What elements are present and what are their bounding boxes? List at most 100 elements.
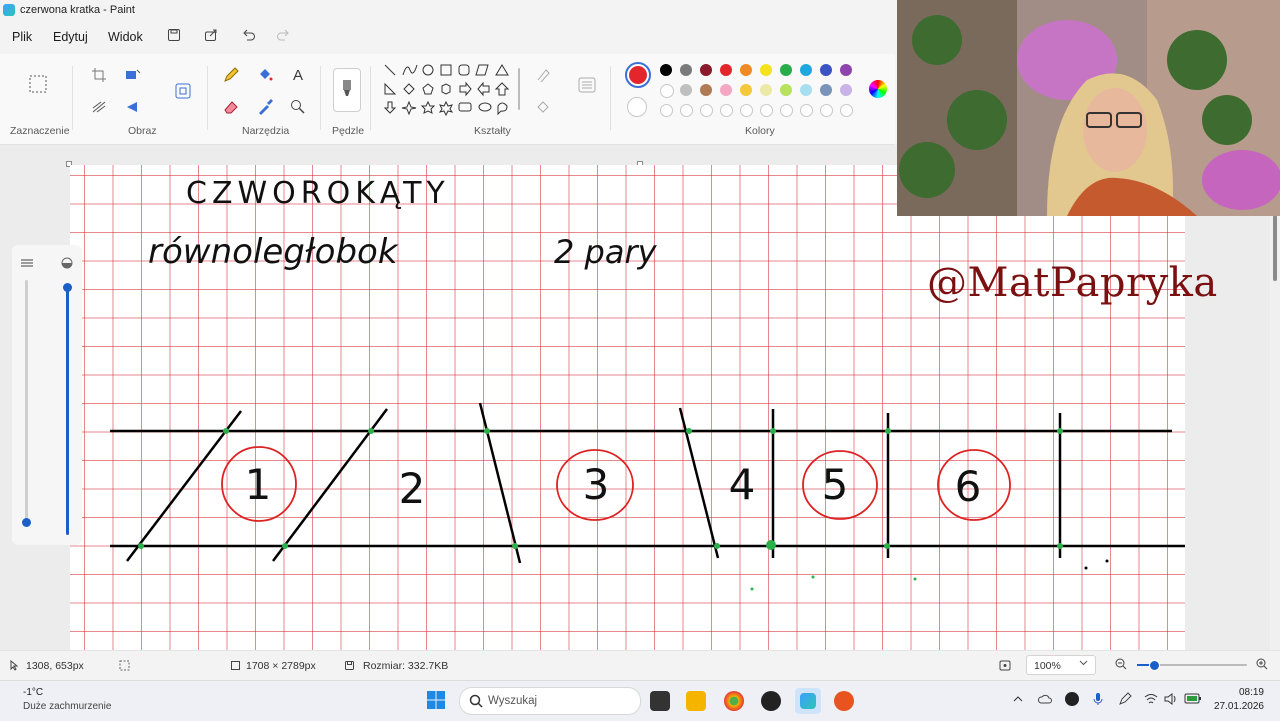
custom-color-slot[interactable] bbox=[720, 104, 733, 117]
eraser-icon[interactable] bbox=[222, 98, 240, 116]
select-all-icon[interactable] bbox=[90, 98, 108, 116]
menu-edit[interactable]: Edytuj bbox=[53, 30, 88, 44]
shape-outline-icon[interactable] bbox=[534, 66, 552, 84]
menu-view[interactable]: Widok bbox=[108, 30, 143, 44]
volume-icon[interactable] bbox=[1164, 692, 1178, 706]
group-label-image: Obraz bbox=[128, 125, 157, 137]
chevron-up-icon[interactable] bbox=[1013, 693, 1023, 707]
color-swatch[interactable] bbox=[760, 84, 772, 96]
clock-time[interactable]: 08:19 bbox=[1228, 687, 1264, 698]
zoom-dropdown[interactable]: 100% bbox=[1026, 655, 1096, 675]
zoom-slider[interactable] bbox=[1137, 660, 1247, 671]
clock-date[interactable]: 27.01.2026 bbox=[1208, 701, 1264, 712]
scrollbar-thumb[interactable] bbox=[1273, 215, 1277, 281]
color-swatch[interactable] bbox=[720, 64, 732, 76]
webcam-person-image bbox=[897, 0, 1280, 216]
edit-colors-icon[interactable] bbox=[869, 80, 887, 98]
stroke-size-slider[interactable] bbox=[25, 280, 28, 520]
stroke-size-thumb[interactable] bbox=[22, 518, 31, 527]
color-swatch[interactable] bbox=[740, 84, 752, 96]
custom-color-slot[interactable] bbox=[820, 104, 833, 117]
brushes-dropdown[interactable] bbox=[333, 68, 361, 112]
chevron-down-icon bbox=[1079, 658, 1088, 670]
custom-color-slot[interactable] bbox=[840, 104, 853, 117]
file-explorer-icon[interactable] bbox=[686, 691, 706, 711]
zoom-value: 100% bbox=[1034, 660, 1061, 672]
image-properties-icon[interactable] bbox=[174, 82, 192, 100]
share-icon[interactable] bbox=[203, 28, 219, 44]
weather-description[interactable]: Duże zachmurzenie bbox=[23, 701, 111, 712]
custom-color-slot[interactable] bbox=[680, 104, 693, 117]
shapes-scrollbar[interactable] bbox=[518, 68, 520, 110]
text-tool-icon[interactable]: A bbox=[289, 66, 307, 84]
save-icon[interactable] bbox=[166, 28, 182, 44]
weather-temperature[interactable]: -1°C bbox=[23, 687, 43, 698]
color-swatch[interactable] bbox=[700, 64, 712, 76]
custom-color-slot[interactable] bbox=[760, 104, 773, 117]
cloud-icon[interactable] bbox=[1037, 693, 1052, 705]
duckduckgo-icon[interactable] bbox=[834, 691, 854, 711]
custom-color-slot[interactable] bbox=[800, 104, 813, 117]
secondary-color-button[interactable] bbox=[627, 97, 647, 117]
color-swatch[interactable] bbox=[660, 84, 674, 98]
custom-color-slot[interactable] bbox=[700, 104, 713, 117]
opacity-slider[interactable] bbox=[66, 285, 69, 535]
paint-app-icon bbox=[3, 4, 15, 16]
task-view-icon[interactable] bbox=[650, 691, 670, 711]
undo-icon[interactable] bbox=[241, 28, 257, 44]
crop-icon[interactable] bbox=[90, 66, 108, 84]
color-swatch[interactable] bbox=[800, 84, 812, 96]
windows-start-icon[interactable] bbox=[426, 690, 446, 710]
color-swatch[interactable] bbox=[760, 64, 772, 76]
color-swatch[interactable] bbox=[680, 84, 692, 96]
opacity-thumb[interactable] bbox=[63, 283, 72, 292]
taskbar-search-box[interactable]: Wyszukaj bbox=[459, 687, 641, 715]
zoom-slider-thumb[interactable] bbox=[1149, 660, 1160, 671]
shape-fill-icon[interactable] bbox=[534, 98, 552, 116]
custom-color-slot[interactable] bbox=[780, 104, 793, 117]
resize-icon[interactable] bbox=[124, 66, 142, 84]
battery-icon[interactable] bbox=[1184, 693, 1202, 704]
vertical-scrollbar[interactable] bbox=[1271, 145, 1280, 650]
color-swatch[interactable] bbox=[840, 84, 852, 96]
color-swatch[interactable] bbox=[840, 64, 852, 76]
fill-bucket-icon[interactable] bbox=[256, 66, 274, 84]
color-swatch[interactable] bbox=[780, 64, 792, 76]
color-swatch[interactable] bbox=[660, 64, 672, 76]
magnifier-icon[interactable] bbox=[289, 98, 307, 116]
obs-tray-icon[interactable] bbox=[1065, 692, 1079, 706]
color-swatch[interactable] bbox=[780, 84, 792, 96]
custom-color-slot[interactable] bbox=[740, 104, 753, 117]
pencil-icon[interactable] bbox=[222, 66, 240, 84]
chrome-icon[interactable] bbox=[724, 691, 744, 711]
opacity-icon[interactable] bbox=[61, 257, 73, 269]
menu-file[interactable]: Plik bbox=[12, 30, 32, 44]
group-label-brushes: Pędzle bbox=[332, 125, 365, 137]
stroke-size-icon[interactable] bbox=[578, 76, 596, 94]
wifi-icon[interactable] bbox=[1144, 692, 1158, 706]
color-swatch[interactable] bbox=[680, 64, 692, 76]
select-rectangle-icon[interactable] bbox=[28, 74, 48, 94]
paint-taskbar-icon[interactable] bbox=[795, 688, 821, 714]
zoom-out-icon[interactable] bbox=[1115, 658, 1127, 673]
pen-icon[interactable] bbox=[1118, 692, 1132, 706]
color-swatch[interactable] bbox=[820, 64, 832, 76]
primary-color-swatch bbox=[629, 66, 647, 84]
obs-icon[interactable] bbox=[761, 691, 781, 711]
color-swatch[interactable] bbox=[800, 64, 812, 76]
color-picker-icon[interactable] bbox=[256, 98, 274, 116]
rotate-icon[interactable] bbox=[124, 98, 142, 116]
color-swatch[interactable] bbox=[740, 64, 752, 76]
custom-color-slot[interactable] bbox=[660, 104, 673, 117]
stroke-width-icon[interactable] bbox=[20, 257, 34, 267]
shapes-gallery[interactable] bbox=[382, 62, 512, 122]
zoom-in-icon[interactable] bbox=[1256, 658, 1268, 673]
fit-to-window-icon[interactable] bbox=[999, 660, 1011, 674]
microphone-icon[interactable] bbox=[1093, 692, 1103, 706]
color-swatch[interactable] bbox=[720, 84, 732, 96]
primary-color-button[interactable] bbox=[625, 62, 651, 88]
color-swatch[interactable] bbox=[820, 84, 832, 96]
color-swatch[interactable] bbox=[700, 84, 712, 96]
redo-icon[interactable] bbox=[275, 28, 291, 44]
drawing-canvas[interactable]: CZWOROKĄTY równoległobok 2 pary 1 2 3 4 … bbox=[70, 165, 1185, 650]
